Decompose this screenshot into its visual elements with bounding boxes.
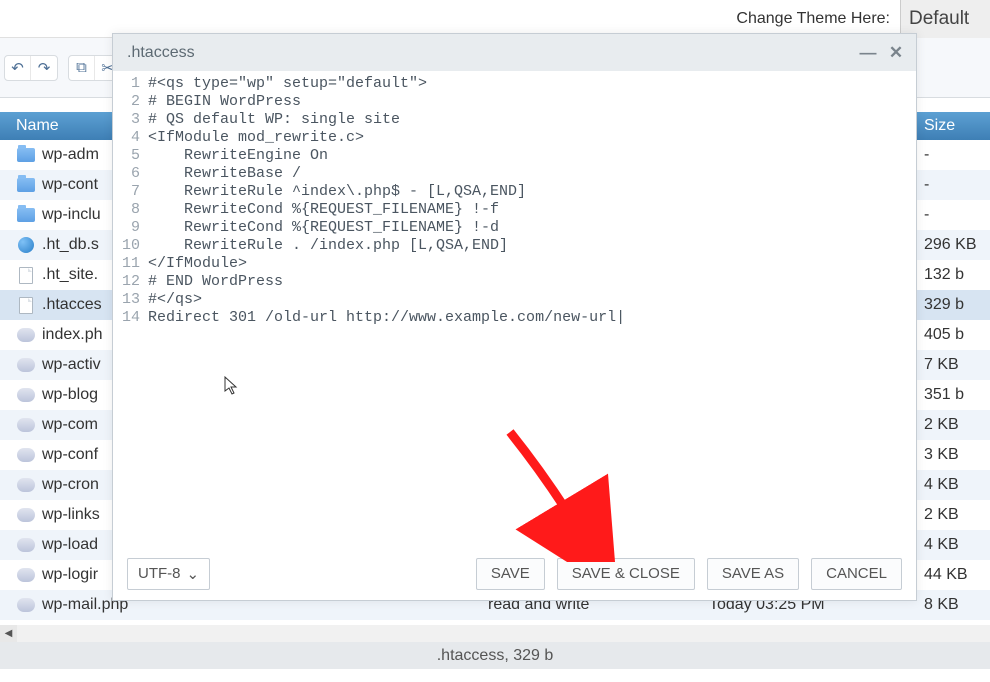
file-size: - xyxy=(918,176,990,194)
file-size: - xyxy=(918,206,990,224)
status-text: .htaccess, 329 b xyxy=(437,647,554,665)
folder-icon xyxy=(16,148,36,162)
theme-select[interactable]: Default xyxy=(900,0,990,38)
folder-icon xyxy=(16,208,36,222)
encoding-value: UTF-8 xyxy=(138,565,181,582)
scroll-left-icon[interactable]: ◀ xyxy=(0,625,17,642)
code-area[interactable]: #<qs type="wp" setup="default"># BEGIN W… xyxy=(148,75,916,547)
file-size: - xyxy=(918,146,990,164)
undo-icon[interactable]: ↶ xyxy=(5,56,31,80)
line-gutter: 1234567891011121314 xyxy=(113,75,148,547)
folder-icon xyxy=(16,178,36,192)
col-size-header[interactable]: Size xyxy=(918,117,990,135)
file-size: 4 KB xyxy=(918,536,990,554)
horizontal-scrollbar[interactable]: ◀ xyxy=(0,625,990,642)
copy-icon[interactable]: ⧉ xyxy=(69,56,95,80)
save-close-button[interactable]: SAVE & CLOSE xyxy=(557,558,695,590)
toolbar-nav-group: ↶ ↷ xyxy=(4,55,58,81)
status-bar: .htaccess, 329 b xyxy=(0,642,990,669)
file-size: 2 KB xyxy=(918,416,990,434)
close-icon[interactable]: ✕ xyxy=(886,43,906,63)
file-size: 3 KB xyxy=(918,446,990,464)
php-icon xyxy=(16,328,36,342)
file-size: 4 KB xyxy=(918,476,990,494)
file-size: 132 b xyxy=(918,266,990,284)
theme-value: Default xyxy=(909,8,969,30)
file-size: 405 b xyxy=(918,326,990,344)
file-size: 329 b xyxy=(918,296,990,314)
minimize-icon[interactable]: — xyxy=(858,43,878,63)
php-icon xyxy=(16,418,36,432)
php-icon xyxy=(16,538,36,552)
chevron-down-icon: ⌄ xyxy=(187,565,200,583)
php-icon xyxy=(16,598,36,612)
theme-label: Change Theme Here: xyxy=(736,10,890,28)
php-icon xyxy=(16,508,36,522)
file-size: 351 b xyxy=(918,386,990,404)
editor-body[interactable]: 1234567891011121314 #<qs type="wp" setup… xyxy=(113,71,916,547)
php-icon xyxy=(16,478,36,492)
editor-title: .htaccess xyxy=(127,44,850,62)
editor-titlebar: .htaccess — ✕ xyxy=(113,34,916,71)
php-icon xyxy=(16,388,36,402)
file-size: 44 KB xyxy=(918,566,990,584)
save-button[interactable]: SAVE xyxy=(476,558,545,590)
editor-window: .htaccess — ✕ 1234567891011121314 #<qs t… xyxy=(112,33,917,601)
redo-icon[interactable]: ↷ xyxy=(31,56,57,80)
file-size: 7 KB xyxy=(918,356,990,374)
editor-footer: UTF-8 ⌄ SAVE SAVE & CLOSE SAVE AS CANCEL xyxy=(113,547,916,600)
file-size: 8 KB xyxy=(918,596,990,614)
php-icon xyxy=(16,358,36,372)
php-icon xyxy=(16,568,36,582)
file-size: 2 KB xyxy=(918,506,990,524)
encoding-select[interactable]: UTF-8 ⌄ xyxy=(127,558,210,590)
php-icon xyxy=(16,448,36,462)
file-icon xyxy=(16,297,36,314)
save-as-button[interactable]: SAVE AS xyxy=(707,558,799,590)
cancel-button[interactable]: CANCEL xyxy=(811,558,902,590)
globe-icon xyxy=(16,237,36,253)
file-size: 296 KB xyxy=(918,236,990,254)
file-icon xyxy=(16,267,36,284)
